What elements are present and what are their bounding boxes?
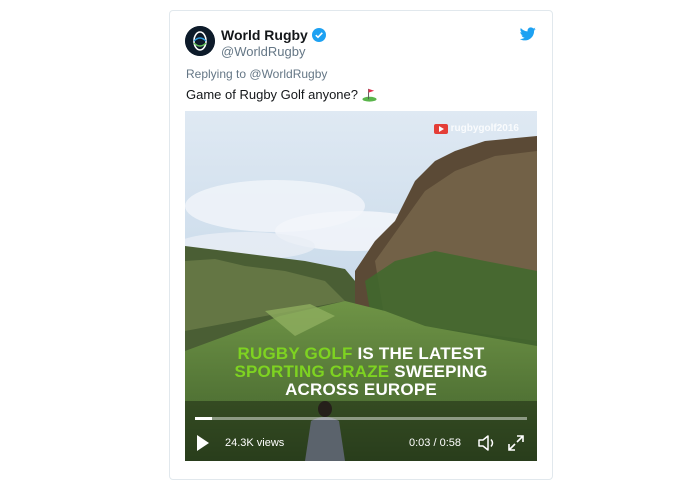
replying-to-link[interactable]: @WorldRugby: [249, 67, 327, 81]
video-player[interactable]: rugbygolf2016 RUGBY GOLF IS THE LATEST S…: [185, 111, 537, 461]
replying-to: Replying to @WorldRugby: [186, 67, 327, 81]
caption-line-3: ACROSS EUROPE: [285, 380, 437, 399]
video-frame-image: [185, 111, 537, 461]
video-controls: 24.3K views 0:03 / 0:58: [185, 411, 537, 461]
progress-bar[interactable]: [195, 417, 527, 420]
author-name[interactable]: World Rugby: [221, 27, 308, 43]
volume-icon[interactable]: [477, 434, 497, 452]
tweet-card: World Rugby @WorldRugby Replying to @Wor…: [169, 10, 553, 480]
watermark-text: rugbygolf2016: [450, 123, 519, 134]
world-rugby-logo-icon: [185, 26, 215, 56]
caption-line-2: SPORTING CRAZE SWEEPING: [185, 363, 537, 381]
video-time: 0:03 / 0:58: [409, 437, 461, 449]
avatar[interactable]: [185, 26, 215, 56]
replying-prefix: Replying to: [186, 67, 247, 81]
author-handle[interactable]: @WorldRugby: [221, 44, 306, 59]
tweet-text: Game of Rugby Golf anyone?: [186, 87, 377, 102]
video-caption: RUGBY GOLF IS THE LATEST SPORTING CRAZE …: [185, 345, 537, 399]
caption-line-1-rest: IS THE LATEST: [352, 344, 485, 363]
twitter-bird-icon[interactable]: [520, 27, 536, 41]
fullscreen-icon[interactable]: [507, 434, 525, 452]
verified-badge-icon: [311, 28, 326, 42]
golf-flag-icon: [362, 88, 377, 102]
tweet-text-content: Game of Rugby Golf anyone?: [186, 87, 358, 102]
progress-fill: [195, 417, 212, 420]
video-watermark: rugbygolf2016: [433, 123, 519, 134]
play-icon[interactable]: [197, 435, 209, 451]
youtube-icon: [433, 123, 448, 134]
caption-line-2-highlight: SPORTING CRAZE: [234, 362, 390, 381]
caption-line-2-rest: SWEEPING: [389, 362, 488, 381]
view-count: 24.3K views: [225, 437, 285, 449]
caption-line-1-highlight: RUGBY GOLF: [237, 344, 353, 363]
caption-line-1: RUGBY GOLF IS THE LATEST: [185, 345, 537, 363]
